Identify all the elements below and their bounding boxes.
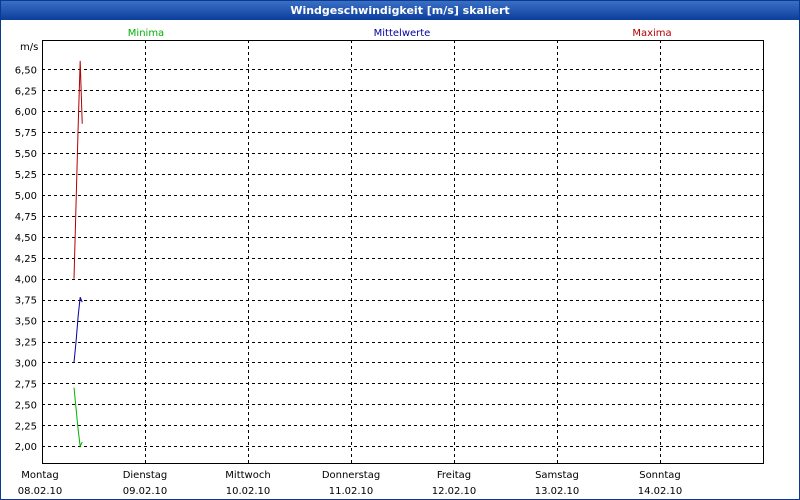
x-tick-day: Freitag (437, 470, 471, 481)
y-tick-label: 2,75 (15, 379, 37, 390)
legend-entry: Maxima (632, 28, 671, 39)
y-tick-labels: 6,50 6,25 6,00 5,75 5,50 5,25 5,00 4,75 4,50 4,25… (15, 65, 37, 453)
chart-area: m/s 6,50 6,25 6,00 5,75 5,50 5,25 5,00 4,75 4,50… (15, 28, 764, 497)
x-tick-date: 08.02.10 (18, 486, 63, 497)
x-tick-date: 11.02.10 (329, 486, 374, 497)
y-tick-label: 4,00 (15, 275, 37, 286)
x-tick-date: 09.02.10 (123, 486, 168, 497)
y-tick-label: 6,50 (15, 65, 37, 76)
x-tick-day: Dienstag (123, 470, 168, 481)
y-tick-label: 5,00 (15, 191, 37, 202)
y-tick-label: 4,25 (15, 254, 37, 265)
y-tick-label: 6,00 (15, 107, 37, 118)
grid (42, 40, 763, 463)
y-tick-label: 2,50 (15, 400, 37, 411)
legend: Minima Mittelwerte Maxima (128, 28, 672, 39)
y-tick-label: 5,75 (15, 128, 37, 139)
x-tick-day: Samstag (535, 470, 579, 481)
y-tick-label: 4,50 (15, 233, 37, 244)
legend-entry: Minima (128, 28, 164, 39)
x-tick-date: 10.02.10 (226, 486, 271, 497)
legend-entry: Mittelwerte (374, 28, 431, 39)
y-tick-label: 3,50 (15, 317, 37, 328)
x-tick-date: 14.02.10 (638, 486, 683, 497)
y-tick-label: 2,25 (15, 421, 37, 432)
y-tick-label: 3,75 (15, 296, 37, 307)
x-tick-date: 12.02.10 (432, 486, 477, 497)
x-tick-day: Mittwoch (225, 470, 270, 481)
series-line (73, 60, 83, 279)
plot-border (42, 40, 764, 464)
x-tick-day: Sonntag (639, 470, 681, 481)
y-tick-label: 3,00 (15, 358, 37, 369)
series-line (73, 296, 83, 363)
x-tick-date: 13.02.10 (535, 486, 580, 497)
y-tick-label: 4,75 (15, 212, 37, 223)
x-tick-day: Montag (21, 470, 58, 481)
series-lines (73, 60, 83, 448)
y-tick-label: 3,25 (15, 338, 37, 349)
series-line (73, 387, 83, 448)
y-tick-label: 5,50 (15, 149, 37, 160)
y-tick-label: 5,25 (15, 170, 37, 181)
y-tick-label: 6,25 (15, 86, 37, 97)
y-tick-label: 2,00 (15, 442, 37, 453)
x-tick-labels: Montag 08.02.10 Dienstag 09.02.10 Mittwoch 10… (18, 470, 683, 497)
y-axis-unit: m/s (20, 42, 38, 53)
x-tick-day: Donnerstag (322, 470, 380, 481)
